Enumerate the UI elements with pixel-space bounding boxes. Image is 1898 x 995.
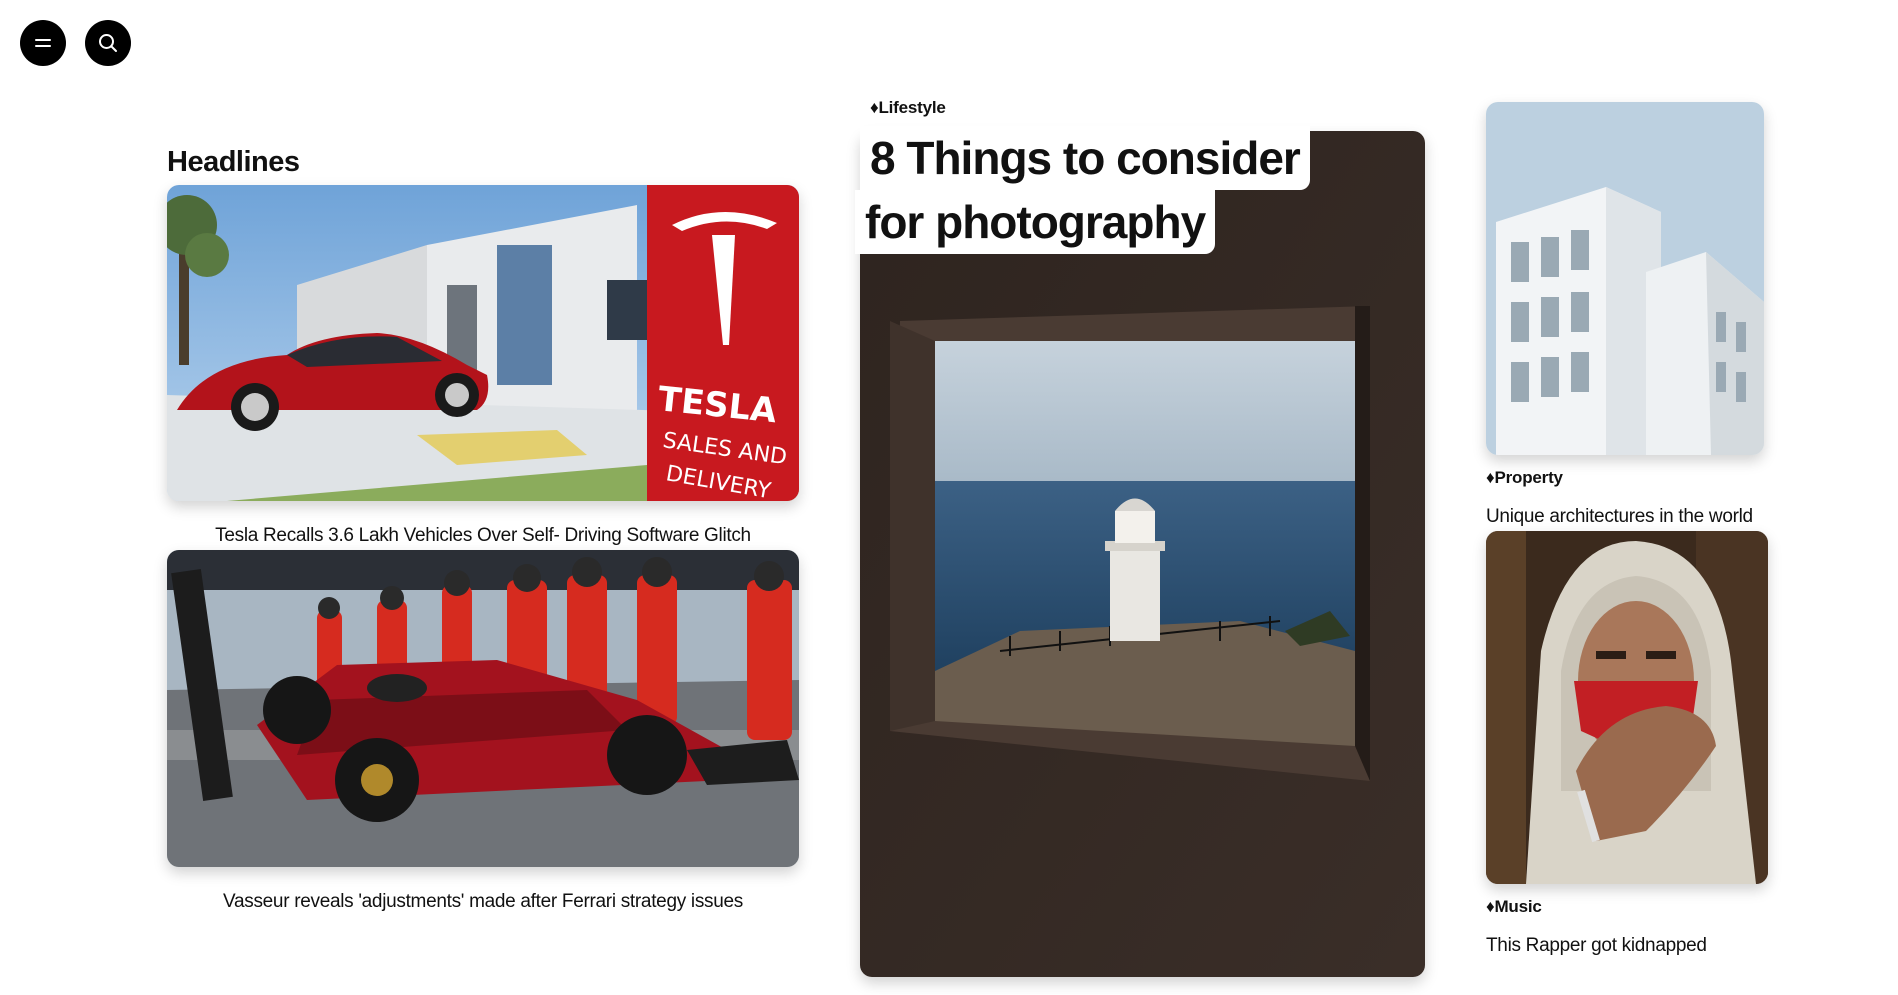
ferrari-article-image[interactable] — [167, 550, 799, 867]
music-article-image[interactable] — [1486, 531, 1768, 884]
headlines-heading: Headlines — [167, 146, 300, 178]
search-icon — [99, 34, 117, 52]
music-article-title[interactable]: This Rapper got kidnapped — [1486, 935, 1707, 957]
property-article-title[interactable]: Unique architectures in the world — [1486, 506, 1753, 528]
tesla-article-caption[interactable]: Tesla Recalls 3.6 Lakh Vehicles Over Sel… — [167, 525, 799, 547]
property-article-image[interactable] — [1486, 102, 1764, 455]
feature-category-tag[interactable]: ♦Lifestyle — [870, 98, 946, 118]
feature-title-line-1[interactable]: 8 Things to consider — [860, 126, 1310, 190]
search-button[interactable] — [85, 20, 131, 66]
tesla-article-image[interactable]: TESLA SALES AND DELIVERY — [167, 185, 799, 501]
property-category-tag[interactable]: ♦Property — [1486, 468, 1563, 488]
music-category-tag[interactable]: ♦Music — [1486, 897, 1542, 917]
feature-title-line-2[interactable]: for photography — [855, 190, 1216, 254]
ferrari-article-caption[interactable]: Vasseur reveals 'adjustments' made after… — [167, 891, 799, 913]
menu-button[interactable] — [20, 20, 66, 66]
feature-article-image[interactable] — [860, 131, 1425, 977]
hamburger-menu-icon — [35, 39, 51, 47]
